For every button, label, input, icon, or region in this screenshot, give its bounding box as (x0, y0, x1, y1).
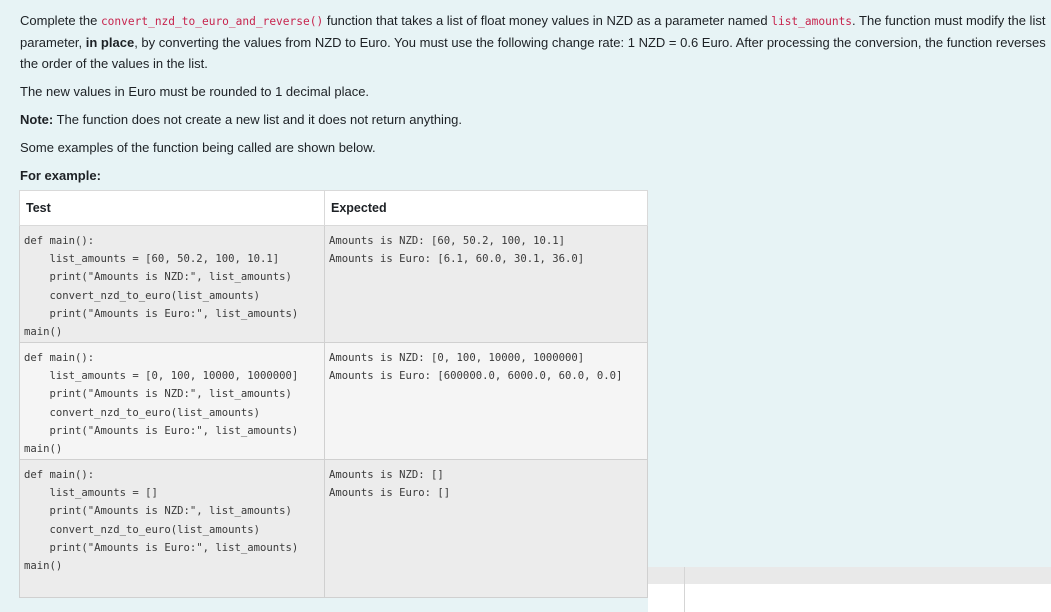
table-header-row: Test Expected (19, 190, 648, 226)
note-label: Note: (20, 112, 54, 127)
table-row: def main(): list_amounts = [0, 100, 1000… (19, 342, 648, 460)
expected-output-cell: Amounts is NZD: [0, 100, 10000, 1000000]… (324, 342, 648, 460)
function-name-code: convert_nzd_to_euro_and_reverse() (100, 15, 324, 28)
test-code-cell: def main(): list_amounts = [60, 50.2, 10… (19, 225, 325, 343)
column-header-expected: Expected (324, 190, 648, 226)
table-row: def main(): list_amounts = [60, 50.2, 10… (19, 225, 648, 343)
column-header-test: Test (19, 190, 325, 226)
test-code-cell: def main(): list_amounts = [] print("Amo… (19, 459, 325, 598)
answer-area-edge (648, 567, 1051, 612)
test-code-cell: def main(): list_amounts = [0, 100, 1000… (19, 342, 325, 460)
intro-text: , by converting the values from NZD to E… (20, 35, 1046, 71)
examples-table: Test Expected def main(): list_amounts =… (19, 190, 648, 598)
expected-output-cell: Amounts is NZD: [60, 50.2, 100, 10.1] Am… (324, 225, 648, 343)
answer-toolbar (648, 567, 1051, 584)
examples-intro: Some examples of the function being call… (20, 140, 376, 155)
note-paragraph: Note: The function does not create a new… (20, 110, 462, 130)
intro-text: function that takes a list of float mone… (323, 13, 772, 28)
in-place-emphasis: in place (85, 35, 135, 50)
table-row: def main(): list_amounts = [] print("Amo… (19, 459, 648, 598)
expected-output-cell: Amounts is NZD: [] Amounts is Euro: [] (324, 459, 648, 598)
for-example-heading: For example: (20, 168, 101, 183)
line-number-gutter-divider (684, 567, 685, 612)
intro-text: Complete the (20, 13, 101, 28)
rounding-requirement: The new values in Euro must be rounded t… (20, 84, 370, 99)
note-text: The function does not create a new list … (53, 112, 463, 127)
param-name-code: list_amounts (771, 15, 853, 28)
question-intro: Complete the convert_nzd_to_euro_and_rev… (20, 10, 1046, 74)
